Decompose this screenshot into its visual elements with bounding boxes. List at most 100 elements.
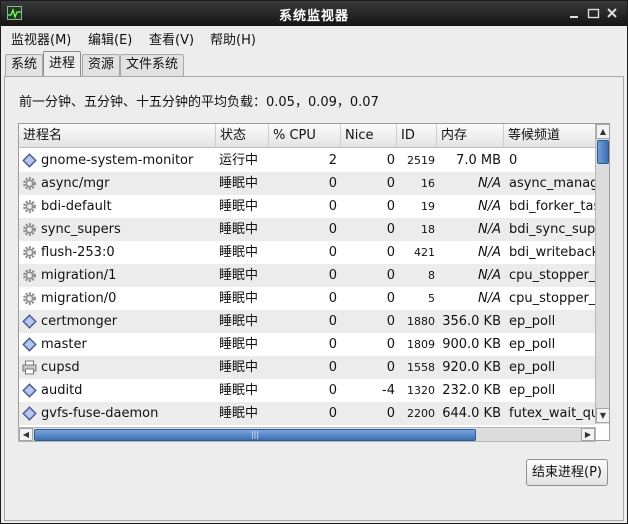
process-memory: 920.0 KB xyxy=(442,360,501,375)
horizontal-scrollbar[interactable]: ◀ ||| ▶ xyxy=(18,427,596,442)
process-name: master xyxy=(41,337,87,352)
process-name: migration/1 xyxy=(41,268,117,283)
process-wait-channel: futex_wait_queue_me xyxy=(509,406,595,421)
column-header-name[interactable]: 进程名 xyxy=(19,124,216,148)
diamond-icon xyxy=(22,383,37,398)
process-list[interactable]: 进程名 状态 % CPU Nice ID 内存 等候频道 gnome-syste… xyxy=(18,123,610,441)
process-state: 运行中 xyxy=(219,153,259,168)
tab-processes[interactable]: 进程 xyxy=(43,51,82,76)
process-wait-channel: ep_poll xyxy=(509,360,556,375)
scroll-down-icon[interactable]: ▼ xyxy=(596,408,609,423)
vertical-scrollbar[interactable]: ▲ ▼ xyxy=(595,124,609,424)
process-memory: N/A xyxy=(478,176,501,191)
process-cpu: 0 xyxy=(328,268,337,283)
process-name: gvfs-fuse-daemon xyxy=(41,406,159,421)
process-nice: 0 xyxy=(386,406,395,421)
table-row[interactable]: flush-253:0 睡眠中 0 0 421 N/A bdi_writeback xyxy=(19,241,595,264)
process-name: bdi-default xyxy=(41,199,112,214)
process-nice: 0 xyxy=(386,337,395,352)
table-row[interactable]: gvfs-fuse-daemon 睡眠中 0 0 2200 644.0 KB futex_w… xyxy=(19,402,595,425)
table-row[interactable]: sync_supers 睡眠中 0 0 18 N/A bdi_sync_supers xyxy=(19,218,595,241)
process-name-cell: gvfs-fuse-daemon xyxy=(19,402,215,425)
process-cpu: 0 xyxy=(328,176,337,191)
process-name: migration/0 xyxy=(41,291,117,306)
processes-panel: 前一分钟、五分钟、十五分钟的平均负载：0.05，0.09，0.07 进程名 状态… xyxy=(4,76,624,521)
process-cpu: 0 xyxy=(328,222,337,237)
process-wait-channel: ep_poll xyxy=(509,337,556,352)
process-nice: 0 xyxy=(386,199,395,214)
process-memory: N/A xyxy=(478,291,501,306)
table-row[interactable]: certmonger 睡眠中 0 0 1880 356.0 KB ep_poll xyxy=(19,310,595,333)
column-header-nice[interactable]: Nice xyxy=(341,124,397,148)
menu-help[interactable]: 帮助(H) xyxy=(210,29,256,48)
table-row[interactable]: auditd 睡眠中 0 -4 1320 232.0 KB ep_poll xyxy=(19,379,595,402)
scroll-left-icon[interactable]: ◀ xyxy=(19,428,33,441)
window-title: 系统监视器 xyxy=(278,9,349,24)
menu-edit[interactable]: 编辑(E) xyxy=(88,29,132,48)
process-wait-channel: ep_poll xyxy=(509,314,556,329)
process-id: 1320 xyxy=(407,384,435,397)
process-memory: 7.0 MB xyxy=(456,153,501,168)
horizontal-scroll-thumb[interactable]: ||| xyxy=(34,429,476,441)
table-row[interactable]: migration/0 睡眠中 0 0 5 N/A cpu_stopper_thread xyxy=(19,287,595,310)
diamond-icon xyxy=(22,153,37,168)
title-bar[interactable]: 系统监视器 xyxy=(1,1,627,26)
process-id: 1880 xyxy=(407,315,435,328)
column-header-id[interactable]: ID xyxy=(397,124,437,148)
process-memory: 900.0 KB xyxy=(442,337,501,352)
scroll-up-icon[interactable]: ▲ xyxy=(596,124,609,139)
maximize-icon[interactable] xyxy=(585,5,602,22)
process-cpu: 0 xyxy=(328,383,337,398)
column-header-wait-channel[interactable]: 等候频道 xyxy=(504,124,595,148)
process-name-cell: cupsd xyxy=(19,356,215,379)
process-cpu: 0 xyxy=(328,199,337,214)
process-state: 睡眠中 xyxy=(219,176,259,191)
tab-bar: 系统 进程 资源 文件系统 xyxy=(1,50,627,77)
process-name: gnome-system-monitor xyxy=(41,153,194,168)
table-row[interactable]: master 睡眠中 0 0 1809 900.0 KB ep_poll xyxy=(19,333,595,356)
process-nice: 0 xyxy=(386,245,395,260)
menu-monitor[interactable]: 监视器(M) xyxy=(11,29,71,48)
column-header-state[interactable]: 状态 xyxy=(216,124,269,148)
table-row[interactable]: cupsd 睡眠中 0 0 1558 920.0 KB ep_poll xyxy=(19,356,595,379)
menu-view[interactable]: 查看(V) xyxy=(149,29,194,48)
process-id: 2200 xyxy=(407,407,435,420)
process-wait-channel: bdi_sync_supers xyxy=(509,222,595,237)
process-state: 睡眠中 xyxy=(219,245,259,260)
process-cpu: 2 xyxy=(328,153,337,168)
process-state: 睡眠中 xyxy=(219,337,259,352)
process-wait-channel: cpu_stopper_thread xyxy=(509,291,595,306)
scroll-right-icon[interactable]: ▶ xyxy=(581,428,595,441)
process-cpu: 0 xyxy=(328,314,337,329)
gear-icon xyxy=(22,291,37,306)
table-row[interactable]: gnome-system-monitor 运行中 2 0 2519 7.0 MB 0 xyxy=(19,149,595,172)
process-id: 18 xyxy=(421,223,435,236)
vertical-scroll-thumb[interactable] xyxy=(597,140,609,164)
end-process-button[interactable]: 结束进程(P) xyxy=(526,459,608,486)
column-header-row: 进程名 状态 % CPU Nice ID 内存 等候频道 xyxy=(19,124,595,148)
process-name-cell: master xyxy=(19,333,215,356)
process-name-cell: migration/0 xyxy=(19,287,215,310)
process-nice: 0 xyxy=(386,222,395,237)
process-name-cell: certmonger xyxy=(19,310,215,333)
close-icon[interactable] xyxy=(604,5,621,22)
process-id: 421 xyxy=(414,246,435,259)
table-row[interactable]: bdi-default 睡眠中 0 0 19 N/A bdi_forker_task xyxy=(19,195,595,218)
process-cpu: 0 xyxy=(328,406,337,421)
diamond-icon xyxy=(22,337,37,352)
tab-system[interactable]: 系统 xyxy=(5,54,44,76)
process-id: 16 xyxy=(421,177,435,190)
column-header-memory[interactable]: 内存 xyxy=(437,124,504,148)
process-memory: N/A xyxy=(478,245,501,260)
process-nice: 0 xyxy=(386,360,395,375)
process-wait-channel: 0 xyxy=(509,153,518,168)
column-header-cpu[interactable]: % CPU xyxy=(269,124,341,148)
process-name-cell: auditd xyxy=(19,379,215,402)
table-row[interactable]: migration/1 睡眠中 0 0 8 N/A cpu_stopper_thread xyxy=(19,264,595,287)
tab-filesystems[interactable]: 文件系统 xyxy=(120,54,185,76)
system-monitor-window: 系统监视器 监视器(M) 编辑(E) 查看(V) 帮助(H) 系统 进程 资源 … xyxy=(0,0,628,524)
table-row[interactable]: async/mgr 睡眠中 0 0 16 N/A async_manager xyxy=(19,172,595,195)
process-nice: -4 xyxy=(382,383,395,398)
tab-resources[interactable]: 资源 xyxy=(82,54,121,76)
minimize-icon[interactable] xyxy=(566,5,583,22)
